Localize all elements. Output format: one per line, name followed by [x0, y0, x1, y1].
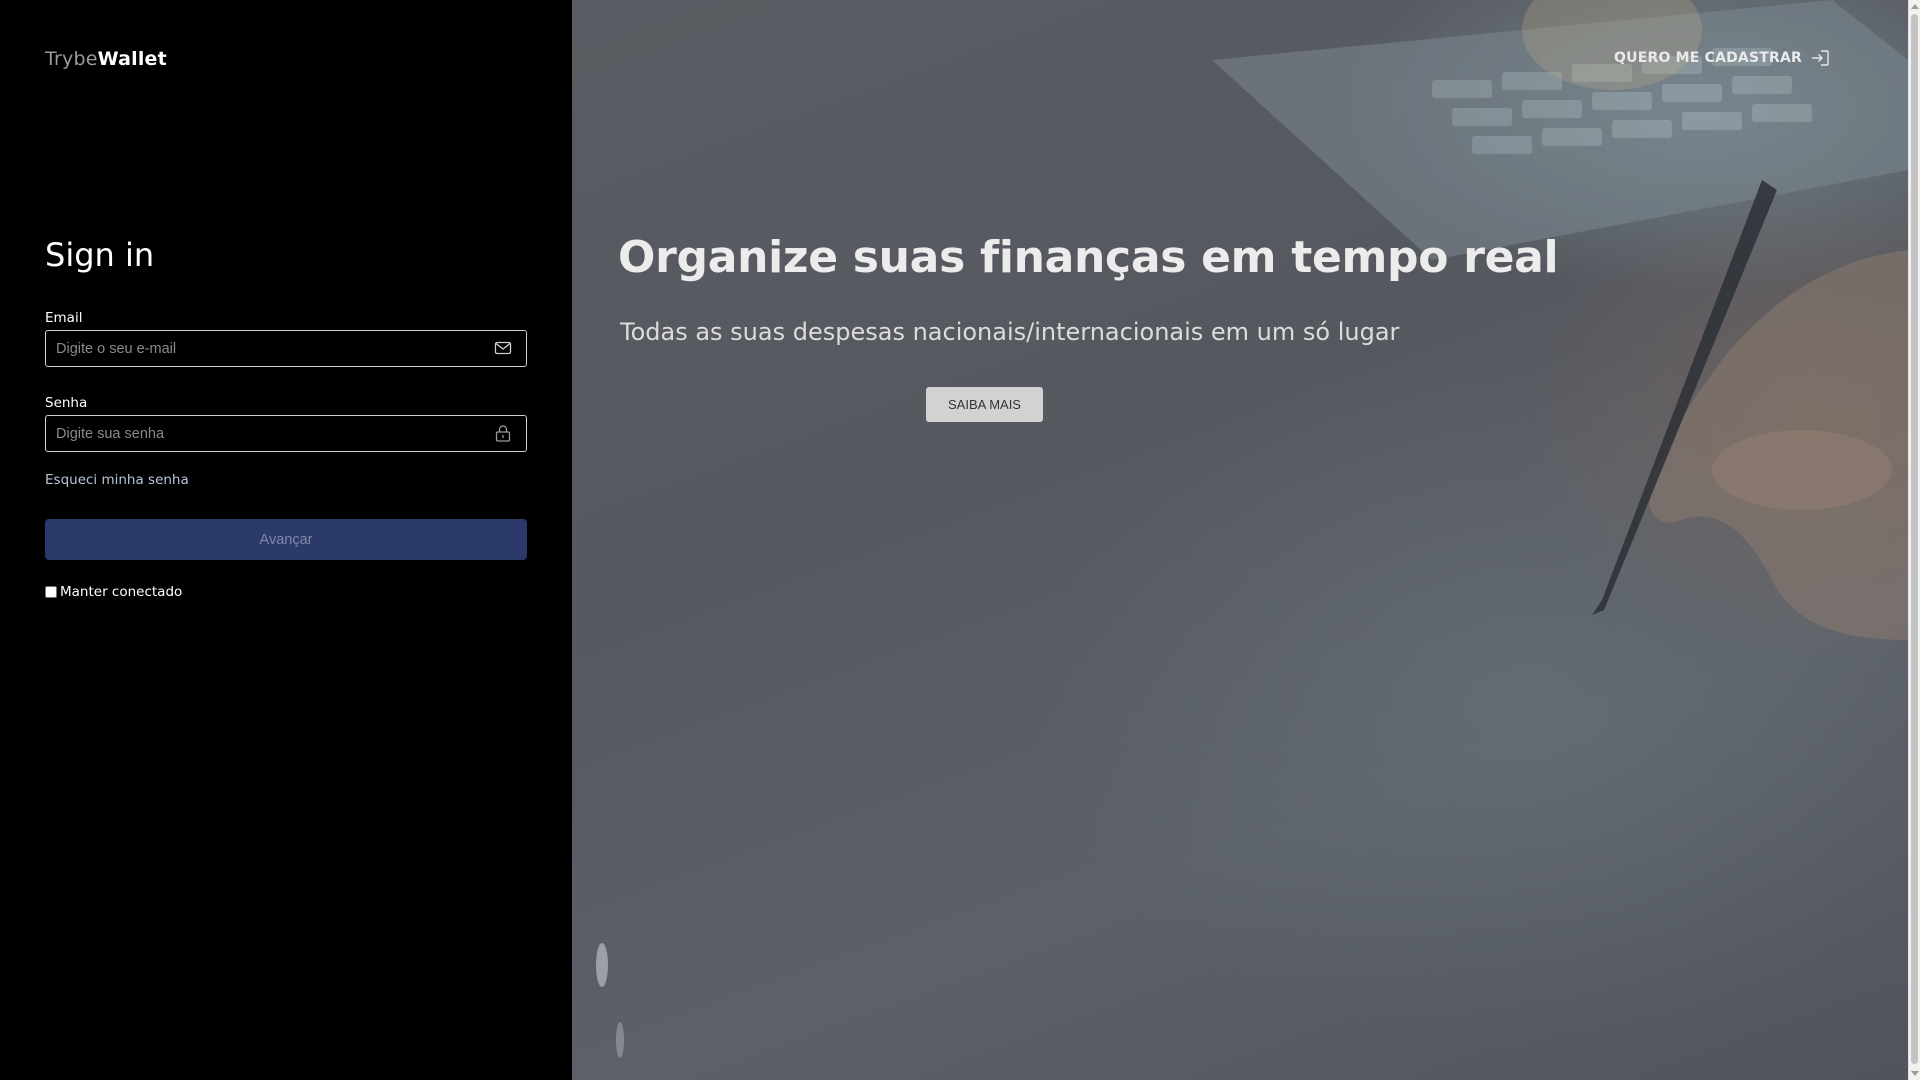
keep-connected-option[interactable]: Manter conectado	[45, 584, 182, 600]
keep-connected-label: Manter conectado	[60, 584, 183, 600]
email-field[interactable]	[46, 331, 526, 366]
scrollbar-thumb[interactable]	[1911, 14, 1918, 1064]
email-label: Email	[45, 310, 83, 326]
hero-section: QUERO ME CADASTRAR Organize suas finança…	[572, 0, 1908, 1080]
email-field-wrapper	[45, 330, 527, 367]
forgot-password-link[interactable]: Esqueci minha senha	[45, 472, 189, 488]
page-scrollbar[interactable]	[1908, 0, 1920, 1080]
brand-logo-light: Trybe	[45, 48, 98, 70]
password-label: Senha	[45, 395, 88, 411]
mail-icon	[494, 341, 512, 355]
register-link[interactable]: QUERO ME CADASTRAR	[1614, 49, 1830, 67]
hero-background-image	[596, 0, 1908, 1058]
lock-icon	[495, 425, 511, 442]
login-panel: TrybeWallet Sign in Email Senha Esqueci …	[0, 0, 572, 1080]
learn-more-button[interactable]: SAIBA MAIS	[926, 387, 1043, 422]
login-arrow-icon	[1812, 50, 1829, 66]
hero-subheadline: Todas as suas despesas nacionais/interna…	[620, 318, 1400, 346]
keep-connected-checkbox[interactable]	[45, 586, 57, 598]
hero-headline: Organize suas finanças em tempo real	[618, 232, 1559, 283]
password-field-wrapper	[45, 415, 527, 452]
brand-logo[interactable]: TrybeWallet	[45, 48, 167, 70]
password-field[interactable]	[46, 416, 526, 451]
brand-logo-bold: Wallet	[97, 48, 167, 70]
scroll-up-icon[interactable]	[1911, 4, 1919, 9]
register-link-label: QUERO ME CADASTRAR	[1614, 50, 1802, 66]
page-title: Sign in	[45, 236, 155, 274]
submit-button[interactable]: Avançar	[45, 519, 527, 560]
scroll-down-icon[interactable]	[1911, 1071, 1919, 1076]
